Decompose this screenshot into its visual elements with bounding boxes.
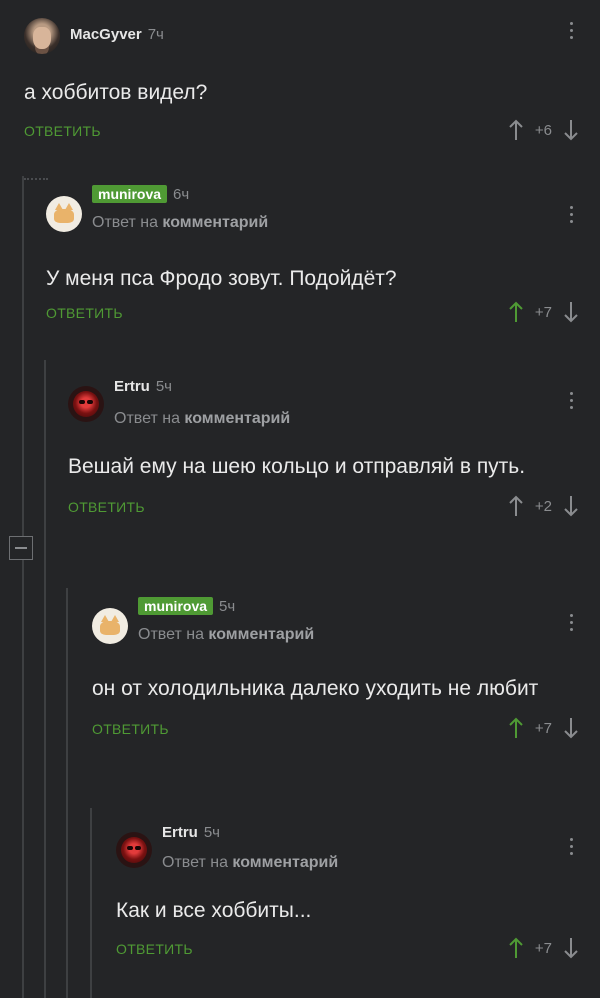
upvote-icon[interactable]	[509, 937, 523, 959]
comment: Ertru 5ч Ответ на комментарий Вешай ему н…	[68, 374, 600, 523]
collapse-thread-button[interactable]	[9, 536, 33, 560]
username[interactable]: Ertru	[114, 378, 150, 395]
score: +2	[534, 497, 552, 515]
downvote-icon[interactable]	[564, 717, 578, 739]
comment-text: он от холодильника далеко уходить не люб…	[92, 677, 539, 700]
upvote-icon[interactable]	[509, 495, 523, 517]
comment: munirova 5ч Ответ на комментарий он от хо…	[92, 597, 600, 745]
reply-button[interactable]: ОТВЕТИТЬ	[92, 721, 169, 737]
username[interactable]: MacGyver	[70, 26, 142, 43]
comment-text: а хоббитов видел?	[24, 81, 208, 104]
timestamp: 5ч	[155, 378, 173, 395]
avatar[interactable]	[92, 608, 128, 644]
timestamp: 5ч	[219, 598, 236, 615]
upvote-icon[interactable]	[509, 119, 523, 141]
thread-line-2	[44, 360, 46, 998]
username[interactable]: munirova	[92, 185, 168, 203]
score: +7	[534, 303, 552, 321]
reply-button[interactable]: ОТВЕТИТЬ	[116, 941, 193, 957]
avatar[interactable]	[24, 18, 60, 54]
reply-button[interactable]: ОТВЕТИТЬ	[46, 305, 123, 321]
more-options-icon[interactable]	[570, 206, 574, 223]
more-options-icon[interactable]	[570, 838, 574, 855]
comment-text: У меня пса Фродо зовут. Подойдёт?	[46, 267, 397, 290]
reply-to-link[interactable]: Ответ на комментарий	[162, 854, 338, 872]
upvote-icon[interactable]	[509, 301, 523, 323]
reply-to-link[interactable]: Ответ на комментарий	[138, 626, 314, 644]
comment-text: Как и все хоббиты...	[116, 899, 312, 922]
comment: Ertru 5ч Ответ на комментарий Как и все х…	[116, 820, 600, 965]
comment: MacGyver 7ч а хоббитов видел? ОТВЕТИТЬ +6	[24, 16, 600, 147]
more-options-icon[interactable]	[570, 22, 574, 39]
username[interactable]: munirova	[138, 597, 214, 615]
downvote-icon[interactable]	[564, 495, 578, 517]
comment-text: Вешай ему на шею кольцо и отправляй в пу…	[68, 455, 526, 478]
score: +7	[534, 939, 552, 957]
downvote-icon[interactable]	[564, 301, 578, 323]
avatar[interactable]	[68, 386, 104, 422]
avatar[interactable]	[116, 832, 152, 868]
timestamp: 7ч	[147, 26, 164, 43]
score: +6	[534, 121, 552, 139]
reply-button[interactable]: ОТВЕТИТЬ	[24, 123, 101, 139]
avatar[interactable]	[46, 196, 82, 232]
username[interactable]: Ertru	[162, 824, 198, 841]
thread-line-4	[90, 808, 92, 998]
comment: munirova 6ч Ответ на комментарий У меня п…	[24, 178, 600, 329]
timestamp: 5ч	[203, 824, 221, 841]
more-options-icon[interactable]	[570, 392, 574, 409]
minus-icon	[15, 547, 27, 549]
timestamp: 6ч	[173, 186, 190, 203]
upvote-icon[interactable]	[509, 717, 523, 739]
reply-button[interactable]: ОТВЕТИТЬ	[68, 499, 145, 515]
more-options-icon[interactable]	[570, 614, 574, 631]
downvote-icon[interactable]	[564, 119, 578, 141]
thread-line-3	[66, 588, 68, 998]
reply-to-link[interactable]: Ответ на комментарий	[92, 214, 268, 232]
downvote-icon[interactable]	[564, 937, 578, 959]
reply-to-link[interactable]: Ответ на комментарий	[114, 410, 290, 428]
thread-line-1	[22, 176, 24, 998]
score: +7	[534, 719, 552, 737]
